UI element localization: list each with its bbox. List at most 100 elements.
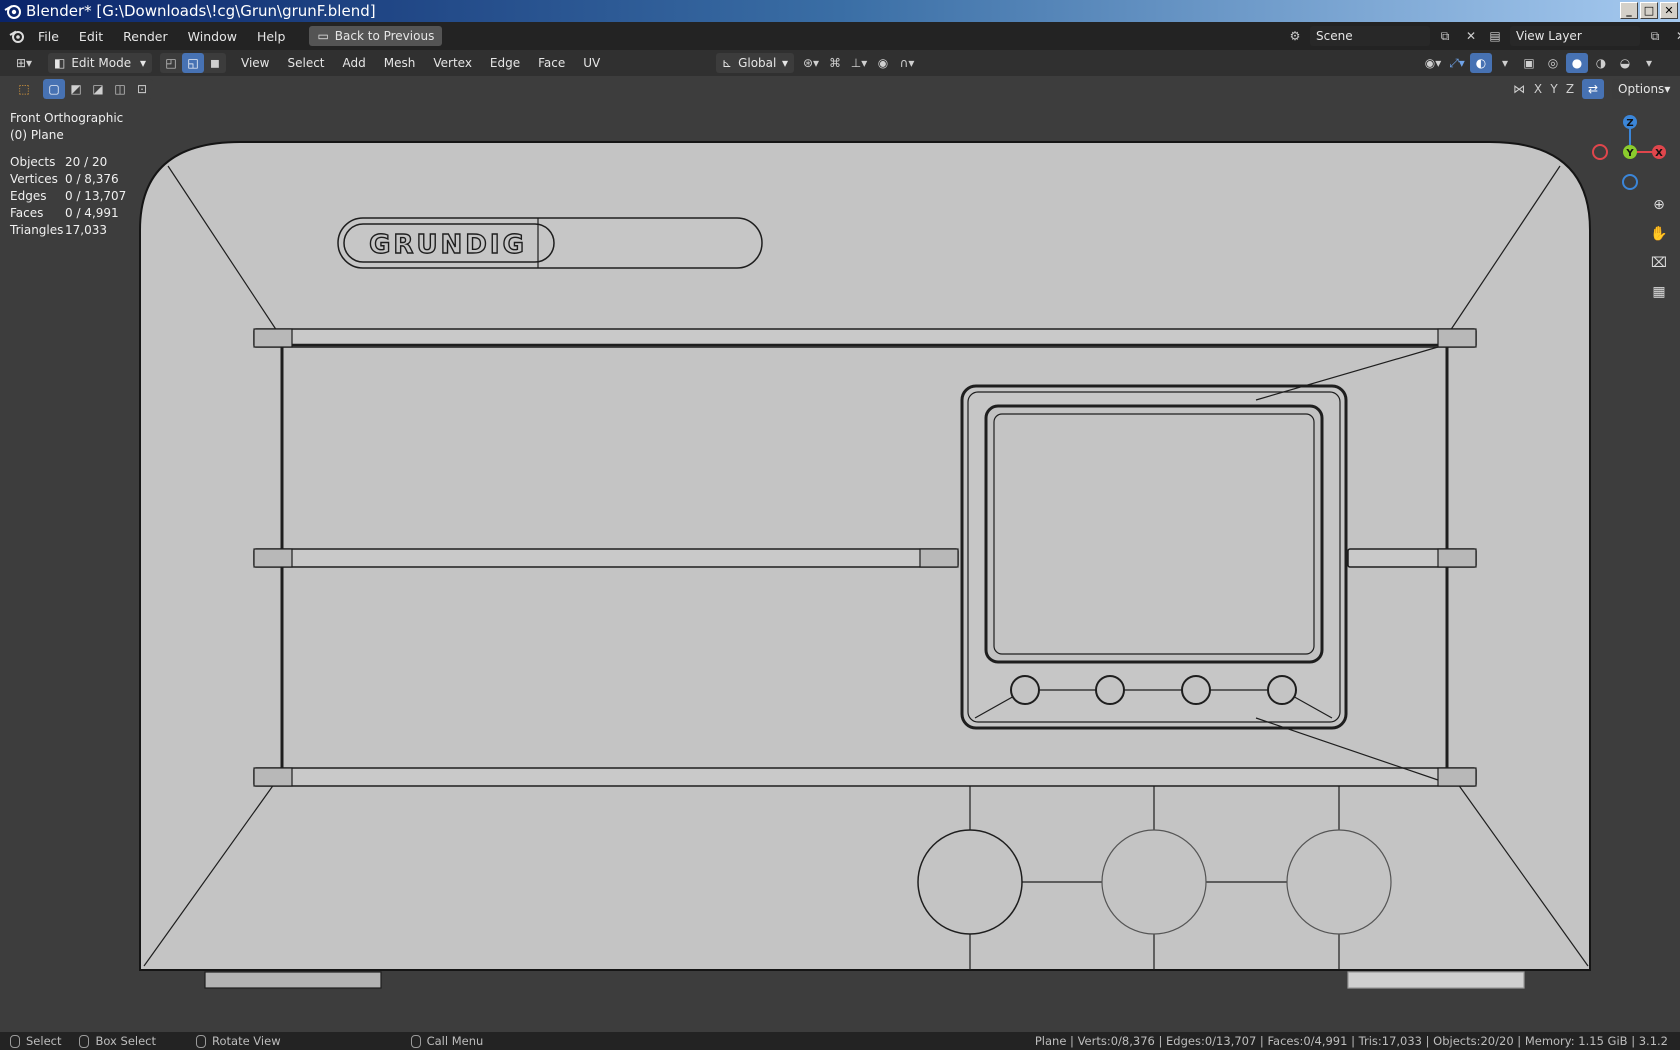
- delete-scene-icon[interactable]: ✕: [1460, 26, 1482, 46]
- select-intersect-icon[interactable]: ⊡: [131, 79, 153, 99]
- menu-select[interactable]: Select: [278, 56, 333, 70]
- perspective-grid-icon[interactable]: ▦: [1647, 280, 1671, 304]
- chevron-down-icon: ▾: [781, 56, 788, 70]
- menu-edge[interactable]: Edge: [481, 56, 529, 70]
- mirror-x-toggle[interactable]: X: [1530, 79, 1546, 99]
- shading-dropdown-icon[interactable]: ▾: [1638, 53, 1660, 73]
- navigation-gizmo[interactable]: Z X Y: [1588, 112, 1672, 190]
- shading-solid-icon[interactable]: ●: [1566, 53, 1588, 73]
- stat-row: Edges 0 / 13,707: [10, 189, 127, 203]
- mode-dropdown[interactable]: ◧ Edit Mode ▾: [48, 53, 152, 73]
- editor-type-icon[interactable]: ⊞▾: [8, 53, 40, 73]
- snap-target-icon[interactable]: ⊥▾: [848, 53, 870, 73]
- menu-window[interactable]: Window: [178, 29, 247, 44]
- mirror-options-icon[interactable]: ⋈: [1508, 79, 1530, 99]
- view-name: Front Orthographic: [10, 111, 124, 125]
- menu-render[interactable]: Render: [113, 29, 178, 44]
- select-tool-icon[interactable]: ⬚: [13, 79, 35, 99]
- xray-toggle-icon[interactable]: ▣: [1518, 53, 1540, 73]
- zoom-icon[interactable]: ⊕: [1647, 193, 1671, 217]
- orientation-axes-icon: ⊾: [722, 56, 733, 70]
- select-subtract-icon[interactable]: ◪: [87, 79, 109, 99]
- overlays-dropdown-icon[interactable]: ▾: [1494, 53, 1516, 73]
- menu-file[interactable]: File: [28, 29, 69, 44]
- stat-row: Vertices 0 / 8,376: [10, 172, 119, 186]
- auto-merge-icon[interactable]: ⇄: [1582, 79, 1604, 99]
- window-title: Blender* [G:\Downloads\!cg\Grun\grunF.bl…: [26, 2, 376, 20]
- edit-mode-icon: ◧: [54, 56, 66, 70]
- delete-view-layer-icon[interactable]: ✕: [1670, 26, 1680, 46]
- mouse-right-icon: [410, 1034, 421, 1048]
- snap-toggle-icon[interactable]: ⌘: [824, 53, 846, 73]
- tool-settings-row: ⬚ ▢ ◩ ◪ ◫ ⊡ ⋈ X Y Z ⇄ Options ▾: [0, 76, 1680, 102]
- mouse-left-icon: [10, 1034, 20, 1048]
- window-titlebar: Blender* [G:\Downloads\!cg\Grun\grunF.bl…: [0, 0, 1680, 22]
- shading-rendered-icon[interactable]: ◒: [1614, 53, 1636, 73]
- select-extend-icon[interactable]: ◩: [65, 79, 87, 99]
- stat-row: Faces 0 / 4,991: [10, 206, 119, 220]
- viewport-header: ⊞▾ ◧ Edit Mode ▾ ◰ ◱ ◼ View Select Add M…: [0, 50, 1680, 76]
- minimize-button[interactable]: _: [1620, 2, 1638, 19]
- svg-text:X: X: [1655, 148, 1663, 159]
- camera-view-icon[interactable]: ⌧: [1647, 251, 1671, 275]
- view-layer-field[interactable]: View Layer: [1510, 26, 1640, 46]
- right-foot: [1347, 971, 1525, 989]
- 3d-viewport[interactable]: GRUNDIG ⬚ ▢ ◩ ◪ ◫ ⊡ ⋈ X Y Z ⇄ Options ▾ …: [0, 76, 1680, 1032]
- close-button[interactable]: ✕: [1660, 2, 1678, 19]
- viewport-info-overlay: Front Orthographic (0) Plane Objects 20 /…: [10, 110, 126, 239]
- back-to-previous-button[interactable]: ▭ Back to Previous: [309, 26, 443, 46]
- knob-middle: [1101, 829, 1207, 935]
- screen-button-4: [1267, 675, 1297, 705]
- transform-orientation-dropdown[interactable]: ⊾ Global ▾: [716, 53, 794, 73]
- select-new-icon[interactable]: ▢: [43, 79, 65, 99]
- new-scene-icon[interactable]: ⧉: [1434, 26, 1456, 46]
- scene-selector-icon[interactable]: ⚙: [1284, 26, 1306, 46]
- select-invert-icon[interactable]: ◫: [109, 79, 131, 99]
- new-view-layer-icon[interactable]: ⧉: [1644, 26, 1666, 46]
- blender-menu-icon[interactable]: [6, 26, 28, 46]
- vertex-select-icon[interactable]: ◰: [160, 53, 182, 73]
- blender-logo-icon: [4, 5, 21, 19]
- menu-mesh[interactable]: Mesh: [375, 56, 425, 70]
- mirror-z-toggle[interactable]: Z: [1562, 79, 1578, 99]
- mouse-left-drag-icon: [79, 1034, 90, 1048]
- mirror-y-toggle[interactable]: Y: [1546, 79, 1562, 99]
- scene-statistics-text: Plane | Verts:0/8,376 | Edges:0/13,707 |…: [1034, 1034, 1668, 1048]
- menu-help[interactable]: Help: [247, 29, 296, 44]
- middle-left-rail: [253, 548, 959, 568]
- chevron-down-icon: ▾: [1664, 82, 1671, 96]
- screen-back-icon: ▭: [317, 29, 329, 43]
- proportional-editing-icon[interactable]: ◉: [872, 53, 894, 73]
- active-object-name: (0) Plane: [10, 128, 64, 142]
- statistics-panel: Objects 20 / 20 Vertices 0 / 8,376 Edges 0 …: [10, 154, 126, 239]
- gizmo-neg-z: [1622, 174, 1638, 190]
- bottom-rail: [253, 767, 1477, 787]
- pan-hand-icon[interactable]: ✋: [1647, 222, 1671, 246]
- screen-button-2: [1095, 675, 1125, 705]
- edge-select-icon[interactable]: ◱: [182, 53, 204, 73]
- shading-wireframe-icon[interactable]: ◎: [1542, 53, 1564, 73]
- menu-add[interactable]: Add: [334, 56, 375, 70]
- logo-text: GRUNDIG: [369, 230, 527, 260]
- face-select-icon[interactable]: ◼: [204, 53, 226, 73]
- view-layer-selector-icon[interactable]: ▤: [1484, 26, 1506, 46]
- top-bar: File Edit Render Window Help ▭ Back to P…: [0, 22, 1680, 50]
- menu-vertex[interactable]: Vertex: [424, 56, 481, 70]
- svg-text:Z: Z: [1626, 118, 1633, 129]
- visibility-eye-icon[interactable]: ◉▾: [1422, 53, 1444, 73]
- overlays-toggle-icon[interactable]: ◐: [1470, 53, 1492, 73]
- pivot-point-icon[interactable]: ⊛▾: [800, 53, 822, 73]
- gizmo-toggle-icon[interactable]: ⤢▾: [1446, 53, 1468, 73]
- options-dropdown[interactable]: Options ▾: [1612, 79, 1671, 99]
- menu-face[interactable]: Face: [529, 56, 574, 70]
- menu-edit[interactable]: Edit: [69, 29, 113, 44]
- menu-view[interactable]: View: [232, 56, 278, 70]
- model-canvas: GRUNDIG: [139, 141, 1591, 989]
- scene-field[interactable]: Scene: [1310, 26, 1430, 46]
- falloff-curve-icon[interactable]: ∩▾: [896, 53, 918, 73]
- shading-material-icon[interactable]: ◑: [1590, 53, 1612, 73]
- chevron-down-icon: ▾: [139, 56, 146, 70]
- left-foot: [204, 971, 382, 989]
- menu-uv[interactable]: UV: [574, 56, 609, 70]
- restore-button[interactable]: □: [1640, 2, 1658, 19]
